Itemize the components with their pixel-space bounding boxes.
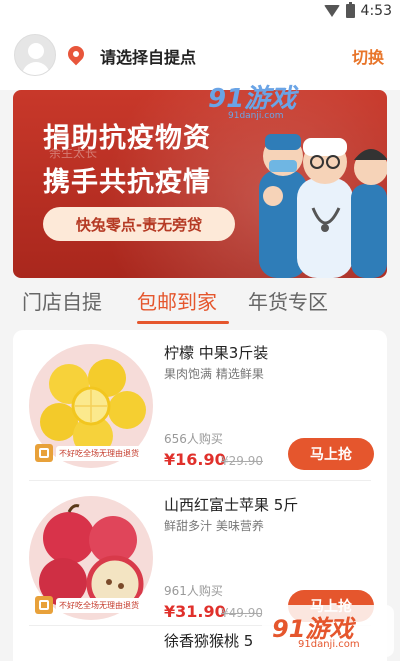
product-desc: 果肉饱满 精选鲜果 (164, 367, 264, 381)
product-sold-count: 961人购买 (164, 584, 223, 598)
active-tab-indicator (137, 321, 229, 324)
pickup-point-selector[interactable]: 请选择自提点 (100, 44, 196, 68)
tab-bar: 门店自提 包邮到家 年货专区 (0, 286, 400, 328)
tab-new-year-goods[interactable]: 年货专区 (248, 286, 328, 315)
wifi-icon (323, 5, 340, 17)
guarantee-icon (35, 444, 53, 462)
guarantee-badge: 不好吃全场无理由退货 (35, 594, 145, 616)
product-original-price: ¥29.90 (221, 454, 263, 468)
product-name: 山西红富士苹果 5斤 (164, 496, 299, 514)
product-price: ¥16.90 (164, 450, 226, 469)
guarantee-text: 不好吃全场无理由退货 (56, 597, 142, 613)
location-pin-icon (64, 42, 88, 66)
banner-headline-1: 捐助抗疫物资 (43, 123, 211, 154)
watermark-logo-text: 91游戏 (208, 84, 297, 114)
watermark-logo-top: 91游戏 91danji.com (208, 78, 296, 121)
status-icons: 4:53 (323, 2, 392, 19)
guarantee-badge: 不好吃全场无理由退货 (35, 442, 145, 464)
watermark-logo-bottom: 91游戏 91danji.com (262, 605, 394, 657)
tab-free-shipping[interactable]: 包邮到家 (137, 286, 217, 315)
guarantee-icon (35, 596, 53, 614)
promo-banner[interactable]: 余生太长 捐助抗疫物资 携手共抗疫情 快兔零点-责无旁贷 (13, 90, 387, 278)
banner-tagline: 快兔零点-责无旁贷 (43, 207, 235, 241)
buy-now-button[interactable]: 马上抢 (288, 438, 374, 470)
doctors-illustration (259, 134, 387, 278)
product-original-price: ¥49.90 (221, 606, 263, 620)
product-sold-count: 656人购买 (164, 432, 223, 446)
header: 请选择自提点 切换 (0, 24, 400, 90)
product-name: 柠檬 中果3斤装 (164, 344, 269, 362)
watermark-site-text: 91danji.com (298, 639, 360, 650)
status-time: 4:53 (360, 3, 392, 19)
avatar-icon[interactable] (14, 34, 56, 76)
tab-store-pickup[interactable]: 门店自提 (22, 286, 102, 315)
banner-headline-2: 携手共抗疫情 (43, 167, 211, 198)
product-price: ¥31.90 (164, 602, 226, 621)
divider (29, 480, 371, 481)
product-name[interactable]: 徐香猕猴桃 5 (164, 630, 253, 651)
product-card[interactable]: 不好吃全场无理由退货 柠檬 中果3斤装 果肉饱满 精选鲜果 656人购买 ¥16… (13, 330, 387, 475)
guarantee-text: 不好吃全场无理由退货 (56, 445, 142, 461)
battery-icon (345, 2, 355, 18)
switch-button[interactable]: 切换 (352, 44, 384, 68)
product-desc: 鲜甜多汁 美味营养 (164, 519, 264, 533)
status-bar: 4:53 (0, 0, 400, 24)
